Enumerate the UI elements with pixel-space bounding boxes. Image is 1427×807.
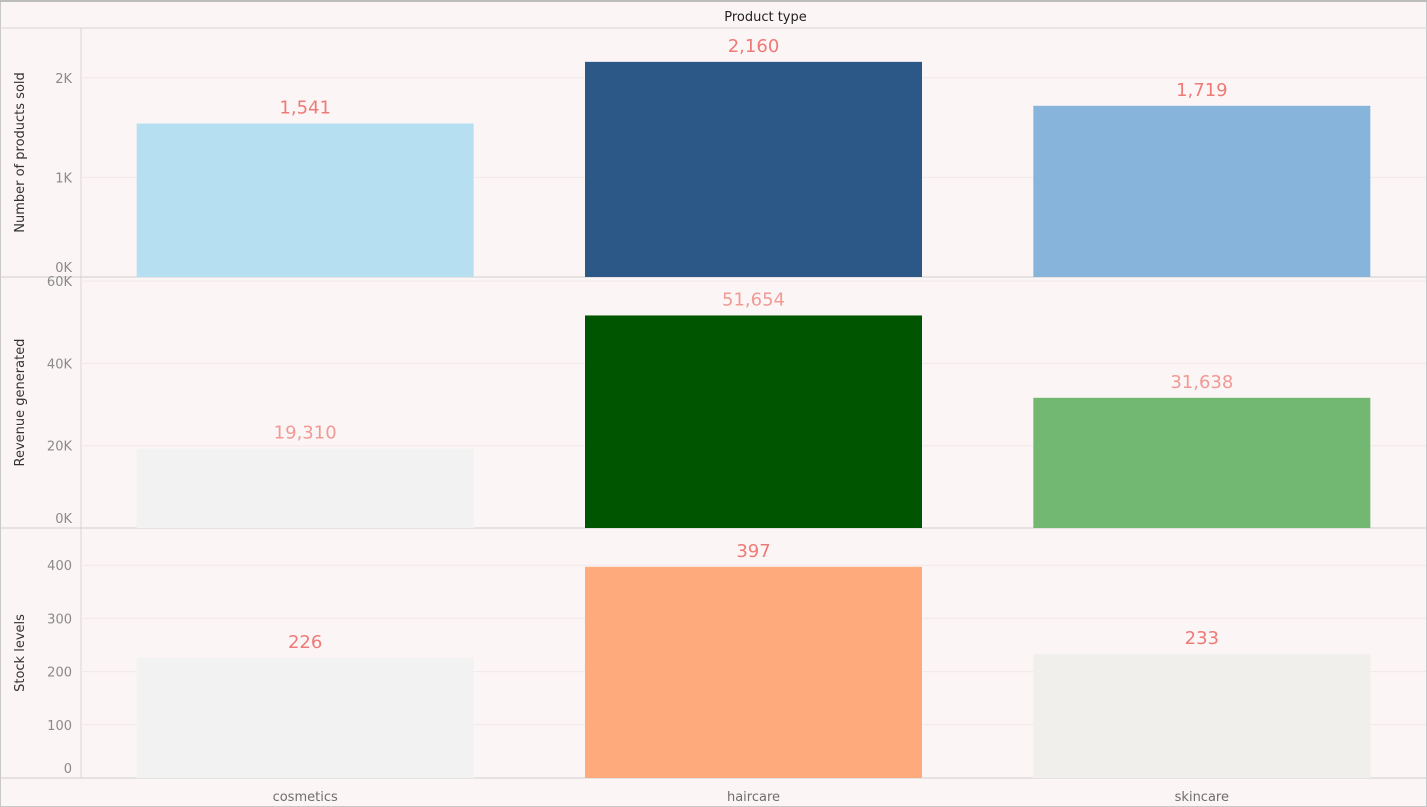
y-tick-label: 40K [47,357,73,372]
x-tick-label: skincare [1175,790,1229,805]
bar [585,315,922,528]
bar [1033,654,1371,778]
bar [1033,105,1371,277]
y-tick-label: 400 [47,559,72,574]
data-label: 2,160 [728,36,780,57]
y-tick-label: 200 [47,666,72,681]
data-label: 19,310 [274,423,337,444]
y-axis-label: Number of products sold [13,72,28,233]
bar [136,448,474,528]
y-tick-label: 100 [47,719,72,734]
data-label: 226 [288,632,322,653]
bar-chart: Product type 0K 1K 2K Number of products sol… [0,0,1427,807]
column-header: Product type [724,10,807,25]
data-label: 233 [1185,628,1219,649]
y-tick-label: 2K [55,72,72,87]
bar [1033,397,1371,528]
data-label: 1,541 [279,98,331,119]
bar [136,123,474,277]
data-label: 1,719 [1176,80,1228,101]
data-label: 51,654 [722,289,785,310]
bar [585,61,922,277]
y-axis-label: Stock levels [13,614,28,692]
y-tick-label: 0K [55,512,72,527]
data-label: 397 [736,541,770,562]
x-tick-label: cosmetics [273,790,338,805]
y-tick-label: 300 [47,612,72,627]
y-tick-label: 0 [64,762,72,777]
y-tick-label: 20K [47,440,73,455]
data-label: 31,638 [1170,372,1233,393]
y-tick-label: 60K [47,275,73,290]
y-tick-label: 0K [55,261,72,276]
y-tick-label: 1K [55,171,72,186]
x-tick-label: haircare [727,790,780,805]
bar [585,566,922,778]
bar [136,657,474,778]
y-axis-label: Revenue generated [13,339,28,467]
